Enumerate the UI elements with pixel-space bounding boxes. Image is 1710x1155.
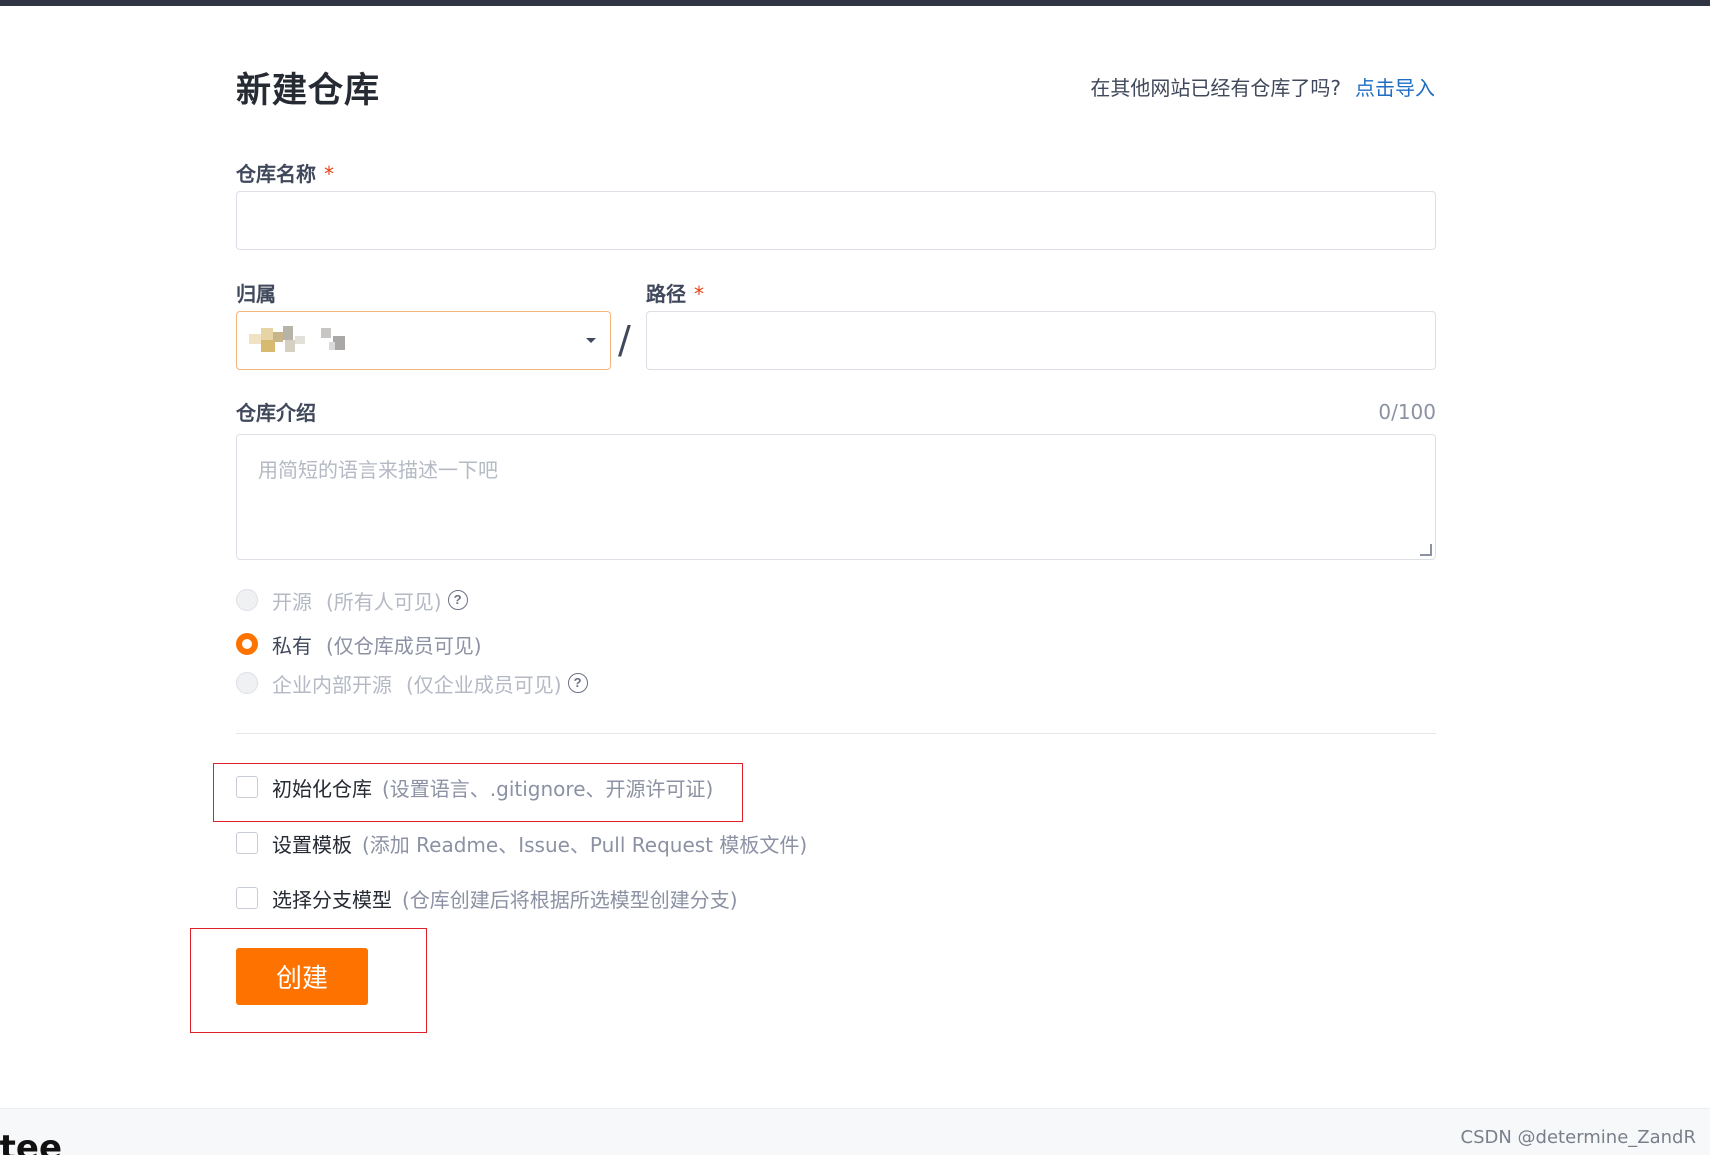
option-hint: (添加 Readme、Issue、Pull Request 模板文件) [362, 832, 808, 857]
option-label: 设置模板 [272, 832, 352, 857]
visibility-option-enterprise[interactable]: 企业内部开源 (仅企业成员可见) ? [236, 669, 588, 697]
import-prompt: 在其他网站已经有仓库了吗? [1090, 76, 1341, 100]
footer [0, 1108, 1710, 1155]
visibility-label: 开源 [272, 589, 312, 614]
description-label: 仓库介绍 [236, 401, 316, 425]
owner-label: 归属 [236, 282, 276, 306]
radio-private[interactable] [236, 633, 258, 655]
option-hint: (仓库创建后将根据所选模型创建分支) [402, 887, 738, 912]
visibility-label: 企业内部开源 [272, 672, 392, 697]
owner-avatar-blurred [249, 326, 359, 356]
import-hint: 在其他网站已经有仓库了吗? 点击导入 [1090, 72, 1435, 101]
watermark: CSDN @determine_ZandR [1460, 1127, 1696, 1148]
visibility-hint: (所有人可见) [326, 589, 442, 614]
owner-select[interactable] [236, 311, 611, 370]
page-title: 新建仓库 [236, 71, 381, 111]
visibility-option-private[interactable]: 私有 (仅仓库成员可见) [236, 630, 482, 658]
option-branch-model[interactable]: 选择分支模型 (仓库创建后将根据所选模型创建分支) [236, 884, 738, 912]
repo-name-input[interactable] [236, 191, 1436, 250]
footer-logo: itee [0, 1128, 63, 1155]
chevron-down-icon [586, 338, 596, 343]
option-label: 选择分支模型 [272, 887, 392, 912]
visibility-hint: (仅仓库成员可见) [326, 633, 482, 658]
section-divider [236, 733, 1436, 734]
description-placeholder: 用简短的语言来描述一下吧 [258, 458, 498, 482]
radio-enterprise[interactable] [236, 672, 258, 694]
checkbox-template[interactable] [236, 832, 258, 854]
import-link[interactable]: 点击导入 [1355, 76, 1435, 100]
visibility-hint: (仅企业成员可见) [406, 672, 562, 697]
required-mark: * [324, 162, 334, 186]
option-template[interactable]: 设置模板 (添加 Readme、Issue、Pull Request 模板文件) [236, 829, 807, 857]
resize-handle-icon[interactable] [1420, 544, 1432, 556]
checkbox-branch-model[interactable] [236, 887, 258, 909]
help-icon[interactable]: ? [447, 590, 468, 610]
repo-name-label: 仓库名称 * [236, 158, 334, 187]
required-mark: * [694, 282, 704, 306]
radio-public[interactable] [236, 589, 258, 611]
description-textarea[interactable]: 用简短的语言来描述一下吧 [236, 434, 1436, 560]
path-separator: / [618, 318, 631, 362]
description-counter: 0/100 [1378, 400, 1436, 424]
path-input[interactable] [646, 311, 1436, 370]
annotation-box-init [213, 763, 743, 822]
path-label: 路径 * [646, 278, 704, 307]
help-icon[interactable]: ? [567, 673, 588, 693]
visibility-label: 私有 [272, 633, 312, 658]
repo-name-label-text: 仓库名称 [236, 162, 316, 186]
top-bar [0, 0, 1710, 6]
visibility-option-public[interactable]: 开源 (所有人可见) ? [236, 586, 468, 614]
annotation-box-create [190, 928, 427, 1033]
path-label-text: 路径 [646, 282, 686, 306]
